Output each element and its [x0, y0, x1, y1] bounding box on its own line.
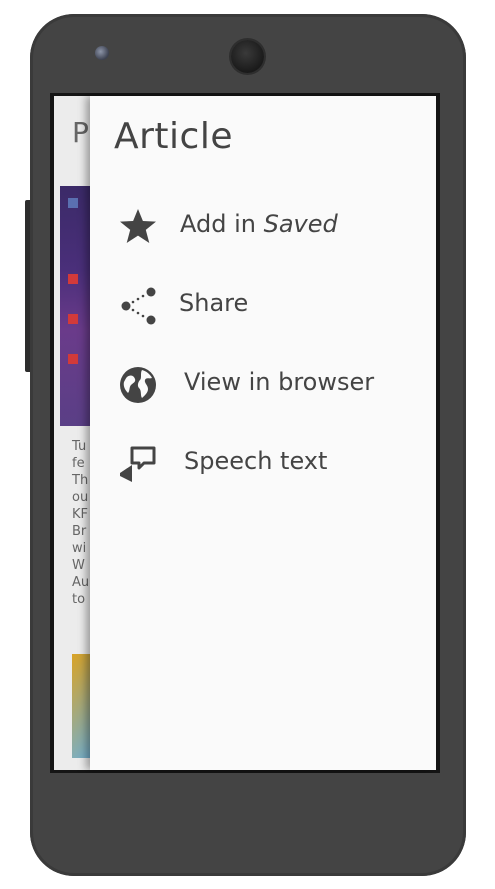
view-in-browser-item[interactable]: View in browser: [90, 350, 436, 414]
front-camera: [231, 40, 264, 73]
text-line: KF: [72, 507, 89, 522]
drawer-title: Article: [114, 116, 233, 157]
phone-screen: P Tu fe Th ou KF Br wi W Au to Article A…: [50, 93, 440, 773]
add-to-saved-item[interactable]: Add in Saved: [90, 192, 436, 256]
share-icon: [121, 287, 156, 325]
speech-icon: [120, 446, 156, 482]
globe-icon: [120, 367, 156, 403]
text-line: W: [72, 558, 85, 573]
share-label: Share: [179, 289, 249, 317]
article-body-fragment: Tu fe Th ou KF Br wi W Au to: [72, 438, 89, 608]
desktop-icon: [68, 354, 78, 364]
text-line: Tu: [72, 439, 87, 454]
desktop-icon: [68, 314, 78, 324]
desktop-icon: [68, 198, 78, 208]
text-line: Th: [72, 473, 89, 488]
share-item[interactable]: Share: [90, 271, 436, 335]
article-title-fragment: P: [72, 116, 89, 149]
star-icon: [120, 209, 156, 243]
add-to-saved-label: Add in Saved: [180, 210, 338, 238]
speech-text-label: Speech text: [184, 447, 328, 475]
view-in-browser-label: View in browser: [184, 368, 375, 396]
text-line: to: [72, 592, 86, 607]
speech-text-item[interactable]: Speech text: [90, 429, 436, 493]
text-line: wi: [72, 541, 87, 556]
text-line: ou: [72, 490, 89, 505]
text-line: Au: [72, 575, 90, 590]
text-line: Br: [72, 524, 87, 539]
proximity-sensor: [95, 46, 109, 60]
text-line: fe: [72, 456, 85, 471]
desktop-icon: [68, 274, 78, 284]
article-menu-drawer: Article Add in Saved Share View in brows…: [90, 96, 436, 770]
